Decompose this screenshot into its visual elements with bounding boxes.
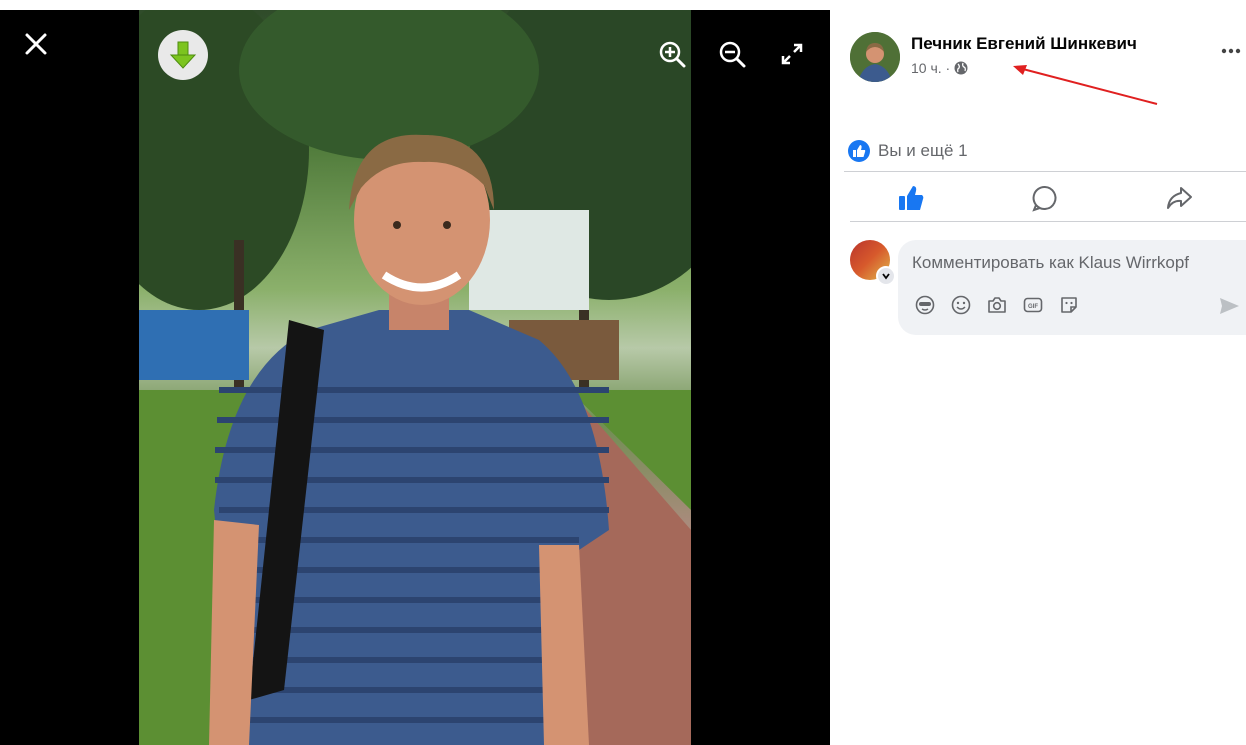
zoom-in-button[interactable]: [654, 36, 690, 72]
gif-icon[interactable]: GIF: [1022, 294, 1044, 316]
top-strip: [0, 0, 1246, 10]
emoji-icon[interactable]: [950, 294, 972, 316]
post-actions: [844, 178, 1246, 218]
like-button[interactable]: [844, 178, 978, 218]
post-photo: [139, 10, 691, 745]
download-button[interactable]: [158, 30, 208, 80]
comment-tools: GIF: [914, 294, 1080, 316]
post-sidebar: Печник Евгений Шинкевич 10 ч. · Вы и ещё…: [830, 10, 1246, 745]
author-name[interactable]: Печник Евгений Шинкевич: [911, 34, 1137, 54]
fullscreen-icon: [781, 43, 803, 65]
camera-icon[interactable]: [986, 294, 1008, 316]
divider: [844, 171, 1246, 172]
photo-viewer: [0, 10, 830, 745]
share-icon: [1167, 187, 1192, 209]
comment-input[interactable]: [912, 252, 1232, 274]
zoom-in-icon: [659, 41, 686, 68]
fullscreen-button[interactable]: [774, 36, 810, 72]
like-icon: [848, 140, 870, 162]
reactions-text: Вы и ещё 1: [878, 141, 968, 160]
send-icon: [1220, 298, 1239, 314]
zoom-out-icon: [719, 41, 746, 68]
globe-icon: [954, 61, 968, 75]
avatar-sticker-icon[interactable]: [914, 294, 936, 316]
more-dots-icon: [1221, 48, 1241, 54]
post-meta: 10 ч. ·: [911, 60, 968, 76]
svg-text:GIF: GIF: [1028, 304, 1038, 310]
share-button[interactable]: [1112, 178, 1246, 218]
post-time[interactable]: 10 ч. ·: [911, 60, 950, 76]
comment-button[interactable]: [978, 178, 1112, 218]
close-icon: [25, 33, 47, 55]
zoom-out-button[interactable]: [714, 36, 750, 72]
comment-composer: GIF: [898, 240, 1246, 335]
download-arrow-icon: [169, 41, 197, 69]
divider: [850, 221, 1246, 222]
chevron-down-icon[interactable]: [876, 266, 896, 286]
close-button[interactable]: [18, 26, 54, 62]
send-button[interactable]: [1218, 295, 1240, 317]
comment-icon: [1032, 185, 1057, 212]
more-options-button[interactable]: [1220, 40, 1246, 66]
sticker-icon[interactable]: [1058, 294, 1080, 316]
annotation-arrow: [1013, 65, 1158, 105]
like-icon: [899, 186, 924, 210]
author-avatar[interactable]: [850, 32, 900, 82]
reactions-summary[interactable]: Вы и ещё 1: [848, 140, 968, 162]
